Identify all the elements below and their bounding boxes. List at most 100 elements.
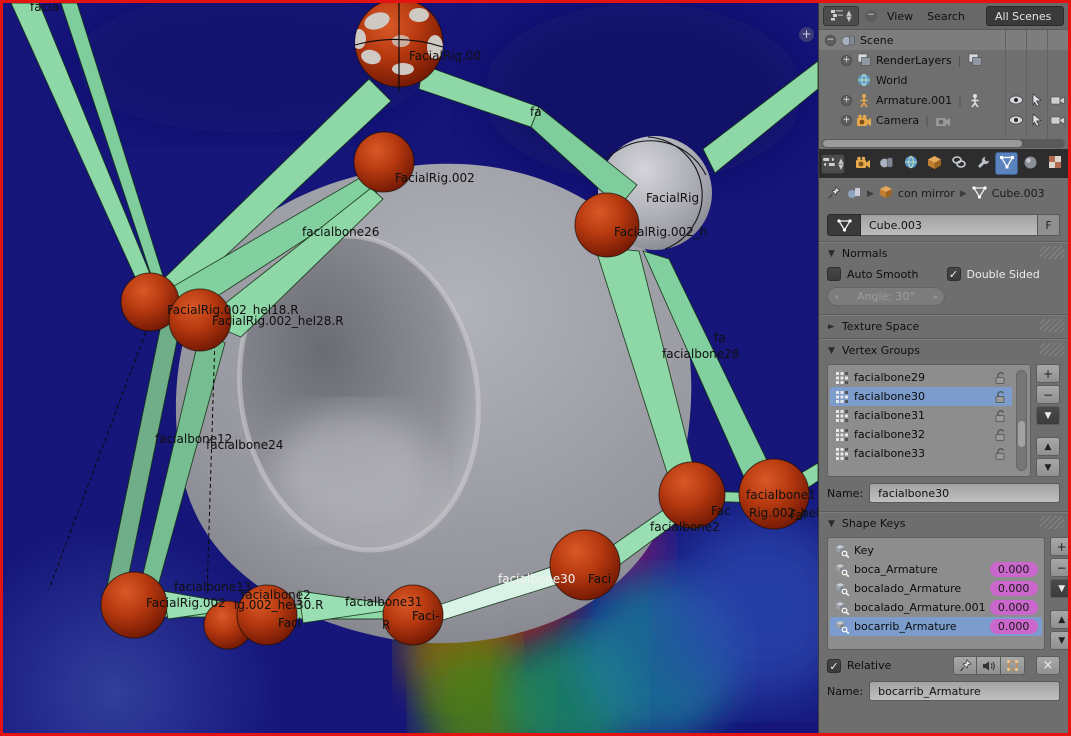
visibility-eye-icon[interactable] xyxy=(1005,130,1026,132)
tab-texture[interactable] xyxy=(1043,152,1066,175)
list-scrollbar[interactable] xyxy=(1016,370,1027,471)
lock-open-icon[interactable] xyxy=(992,428,1008,442)
panel-grip[interactable] xyxy=(1040,516,1064,529)
shape-key-row[interactable]: bocalado_Armature 0.000 xyxy=(830,579,1042,598)
shape-keys-panel-header[interactable]: ▼ Shape Keys xyxy=(819,512,1068,535)
selectability-cursor-icon[interactable] xyxy=(1026,90,1047,110)
selectability-cursor-icon[interactable] xyxy=(1026,130,1047,132)
expand-icon[interactable]: + xyxy=(841,94,852,106)
lock-open-icon[interactable] xyxy=(992,409,1008,423)
move-up-button[interactable]: ▲ xyxy=(1049,610,1068,629)
tab-render[interactable] xyxy=(851,152,874,175)
normals-panel-header[interactable]: ▼ Normals xyxy=(819,242,1068,265)
move-down-button[interactable]: ▼ xyxy=(1036,458,1060,477)
editor-type-selector[interactable]: ▲ ▼ xyxy=(821,153,845,174)
vertex-group-specials-button[interactable]: ▼ xyxy=(1036,406,1060,425)
remove-vertex-group-button[interactable]: − xyxy=(1036,385,1060,404)
angle-slider[interactable]: ◂ Angle: 30° ▸ xyxy=(827,287,945,306)
vertex-group-row[interactable]: facialbone32 xyxy=(830,425,1012,444)
remove-shape-key-button[interactable]: − xyxy=(1049,558,1068,577)
move-down-button[interactable]: ▼ xyxy=(1049,631,1068,650)
vertex-group-row[interactable]: facialbone30 xyxy=(830,387,1012,406)
slider-right-arrow-icon[interactable]: ▸ xyxy=(934,292,938,301)
outliner-display-dropdown[interactable]: All Scenes xyxy=(986,6,1064,26)
panel-grip[interactable] xyxy=(1040,343,1064,356)
angle-value: Angle: 30° xyxy=(856,290,915,303)
panel-expand-icon[interactable]: + xyxy=(799,27,814,42)
viewport-canvas[interactable] xyxy=(3,3,818,733)
expand-icon[interactable]: + xyxy=(841,54,852,66)
editor-type-selector[interactable]: ▲ ▼ xyxy=(823,6,859,26)
3d-viewport[interactable]: facia FacialRig.00 fa FacialRig.002 FacialRi… xyxy=(3,3,818,733)
mesh-id-icon[interactable] xyxy=(827,214,861,236)
texture-space-panel-header[interactable]: ► Texture Space xyxy=(819,315,1068,338)
tab-world[interactable] xyxy=(899,152,922,175)
move-up-button[interactable]: ▲ xyxy=(1036,437,1060,456)
renderability-camera-icon[interactable] xyxy=(1047,130,1068,132)
outliner-view-menu[interactable]: View xyxy=(883,10,917,23)
panel-grip[interactable] xyxy=(1040,319,1064,332)
edit-mode-button[interactable] xyxy=(1001,656,1025,675)
outliner-item-scene[interactable]: − Scene xyxy=(819,30,1068,50)
outliner-item-world[interactable]: +World xyxy=(819,70,1068,90)
mesh-name-field[interactable]: Cube.003 xyxy=(861,214,1038,236)
expand-icon[interactable]: + xyxy=(841,114,852,126)
shape-key-value[interactable]: 0.000 xyxy=(989,619,1038,634)
tab-material[interactable] xyxy=(1019,152,1042,175)
tab-modifiers[interactable] xyxy=(971,152,994,175)
renderability-camera-icon[interactable] xyxy=(1047,90,1068,110)
relative-checkbox[interactable]: ✓ xyxy=(827,658,841,673)
lock-open-icon[interactable] xyxy=(992,447,1008,461)
shape-key-row[interactable]: Key xyxy=(830,541,1042,560)
fake-user-button[interactable]: F xyxy=(1038,214,1060,236)
auto-smooth-checkbox[interactable]: Auto Smooth xyxy=(827,267,941,281)
vertex-groups-panel-header[interactable]: ▼ Vertex Groups xyxy=(819,339,1068,362)
pin-shape-key-button[interactable] xyxy=(953,656,977,675)
shape-key-value[interactable]: 0.000 xyxy=(989,562,1038,577)
panel-grip[interactable] xyxy=(1040,246,1064,259)
object-context-icon[interactable] xyxy=(847,186,862,202)
breadcrumb-object[interactable]: con mirror xyxy=(898,187,955,200)
shape-keys-panel: ▼ Shape Keys Key boca_Armature 0.000 bocala… xyxy=(819,511,1068,709)
lock-open-icon[interactable] xyxy=(992,390,1008,404)
clear-shape-keys-button[interactable]: × xyxy=(1036,656,1060,675)
vertex-group-name-field[interactable]: facialbone30 xyxy=(869,483,1060,503)
outliner-search-menu[interactable]: Search xyxy=(923,10,969,23)
shape-key-name: bocalado_Armature.001 xyxy=(854,601,986,614)
add-shape-key-button[interactable]: + xyxy=(1049,537,1068,556)
tab-constraints[interactable] xyxy=(947,152,970,175)
outliner-scrollbar[interactable] xyxy=(822,139,1065,148)
outliner-item-camera[interactable]: + Camera | xyxy=(819,110,1068,130)
add-vertex-group-button[interactable]: + xyxy=(1036,364,1060,383)
shape-key-row[interactable]: bocalado_Armature.001 0.000 xyxy=(830,598,1042,617)
lock-open-icon[interactable] xyxy=(992,371,1008,385)
breadcrumb-data[interactable]: Cube.003 xyxy=(992,187,1045,200)
visibility-eye-icon[interactable] xyxy=(1005,90,1026,110)
vertex-group-row[interactable]: facialbone31 xyxy=(830,406,1012,425)
visibility-eye-icon[interactable] xyxy=(1005,110,1026,130)
shape-key-name-field[interactable]: bocarrib_Armature xyxy=(869,681,1060,701)
shape-key-specials-button[interactable]: ▼ xyxy=(1049,579,1068,598)
renderability-camera-icon[interactable] xyxy=(1047,110,1068,130)
mute-speaker-button[interactable] xyxy=(977,656,1001,675)
collapse-menus-icon[interactable]: − xyxy=(865,10,877,22)
tab-data[interactable] xyxy=(995,152,1018,175)
vertex-group-name: facialbone31 xyxy=(854,409,925,422)
outliner-item-armature-001[interactable]: + Armature.001 | xyxy=(819,90,1068,110)
tab-object[interactable] xyxy=(923,152,946,175)
double-sided-checkbox[interactable]: ✓ Double Sided xyxy=(946,267,1061,281)
collapse-icon[interactable]: − xyxy=(825,34,836,46)
shape-key-value[interactable]: 0.000 xyxy=(989,600,1038,615)
shape-key-value[interactable]: 0.000 xyxy=(989,581,1038,596)
pin-icon[interactable] xyxy=(827,185,842,203)
slider-left-arrow-icon[interactable]: ◂ xyxy=(834,292,838,301)
shape-key-row[interactable]: bocarrib_Armature 0.000 xyxy=(830,617,1042,636)
vertex-group-row[interactable]: facialbone33 xyxy=(830,444,1012,463)
cameraghost-icon xyxy=(935,114,951,127)
vertex-group-row[interactable]: facialbone29 xyxy=(830,368,1012,387)
shape-key-row[interactable]: boca_Armature 0.000 xyxy=(830,560,1042,579)
outliner-item-facialrig[interactable]: +FacialRig| xyxy=(819,130,1068,132)
selectability-cursor-icon[interactable] xyxy=(1026,110,1047,130)
outliner-item-renderlayers[interactable]: + RenderLayers | xyxy=(819,50,1068,70)
tab-scene[interactable] xyxy=(875,152,898,175)
